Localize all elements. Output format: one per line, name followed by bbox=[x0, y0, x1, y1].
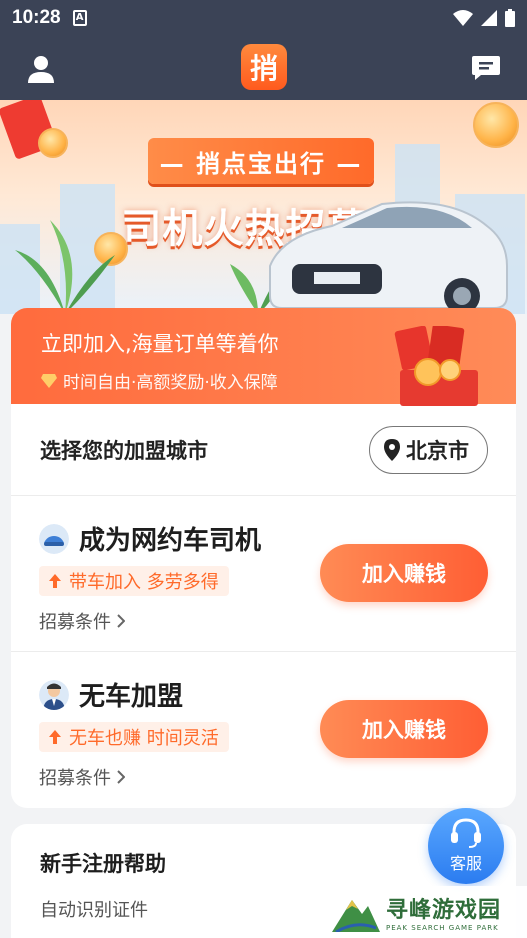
arrow-up-icon bbox=[49, 574, 61, 588]
car-illustration bbox=[269, 201, 508, 314]
car-avatar-icon bbox=[39, 523, 69, 554]
conditions-link-text: 招募条件 bbox=[39, 768, 111, 789]
join-earn-button[interactable]: 加入赚钱 bbox=[320, 544, 488, 602]
option-tag: 无车也赚 时间灵活 bbox=[39, 722, 229, 752]
join-card: 立即加入,海量订单等着你 时间自由·高额奖励·收入保障 选择您的加盟城市 北京市 bbox=[11, 308, 516, 808]
chevron-right-icon bbox=[117, 770, 125, 784]
customer-service-label: 客服 bbox=[449, 854, 482, 873]
promo-header: 立即加入,海量订单等着你 时间自由·高额奖励·收入保障 bbox=[11, 308, 516, 406]
diamond-icon bbox=[41, 373, 57, 388]
option-tag-text: 带车加入 多劳多得 bbox=[69, 572, 219, 593]
city-select-button[interactable]: 北京市 bbox=[369, 425, 488, 474]
coin-icon bbox=[473, 102, 519, 148]
city-selector-row: 选择您的加盟城市 北京市 bbox=[11, 404, 516, 496]
driver-avatar-icon bbox=[39, 679, 69, 710]
watermark-text: 寻峰游戏园 PEAK SEARCH GAME PARK bbox=[386, 892, 501, 932]
signal-icon bbox=[481, 10, 497, 26]
option-title: 成为网约车司机 bbox=[39, 520, 261, 557]
conditions-link-text: 招募条件 bbox=[39, 612, 111, 633]
join-earn-button[interactable]: 加入赚钱 bbox=[320, 700, 488, 758]
watermark-en: PEAK SEARCH GAME PARK bbox=[386, 924, 499, 932]
arrow-up-icon bbox=[49, 730, 61, 744]
option-tag-text: 无车也赚 时间灵活 bbox=[69, 728, 219, 749]
app-logo-char: 捎 bbox=[249, 52, 278, 85]
message-icon[interactable] bbox=[471, 54, 501, 82]
headset-icon bbox=[451, 818, 481, 848]
promo-benefits-text: 时间自由·高额奖励·收入保障 bbox=[63, 373, 278, 393]
plant-icon bbox=[15, 220, 115, 314]
option-driver-with-car: 成为网约车司机 带车加入 多劳多得 招募条件 加入赚钱 bbox=[11, 496, 516, 652]
gift-box-icon bbox=[394, 326, 478, 406]
option-title-text: 无车加盟 bbox=[79, 682, 184, 712]
status-bar: 10:28 A bbox=[0, 0, 527, 36]
help-title: 新手注册帮助 bbox=[40, 852, 166, 876]
brand-title: — 捎点宝出行 — bbox=[148, 138, 374, 184]
conditions-link[interactable]: 招募条件 bbox=[39, 608, 125, 634]
notification-icon: A bbox=[72, 10, 87, 26]
selected-city: 北京市 bbox=[406, 438, 469, 463]
status-icons bbox=[453, 9, 515, 27]
chevron-right-icon bbox=[117, 614, 125, 628]
location-pin-icon bbox=[384, 438, 400, 461]
city-selector-label: 选择您的加盟城市 bbox=[40, 438, 208, 463]
option-title: 无车加盟 bbox=[39, 676, 183, 713]
customer-service-button[interactable]: 客服 bbox=[428, 808, 504, 884]
option-tag: 带车加入 多劳多得 bbox=[39, 566, 229, 596]
user-icon[interactable] bbox=[26, 54, 56, 84]
watermark: 寻峰游戏园 PEAK SEARCH GAME PARK bbox=[326, 886, 527, 938]
mountain-logo-icon bbox=[332, 900, 380, 932]
option-no-car: 无车加盟 无车也赚 时间灵活 招募条件 加入赚钱 bbox=[11, 652, 516, 808]
watermark-cn: 寻峰游戏园 bbox=[386, 898, 502, 923]
wifi-icon bbox=[453, 10, 473, 26]
conditions-link[interactable]: 招募条件 bbox=[39, 764, 125, 790]
option-title-text: 成为网约车司机 bbox=[79, 526, 262, 556]
recruit-banner[interactable]: — 捎点宝出行 — 司机火热招募中 bbox=[0, 100, 527, 314]
coin-icon bbox=[38, 128, 68, 158]
top-nav: 捎 bbox=[0, 36, 527, 100]
status-time: 10:28 bbox=[12, 7, 61, 28]
app-logo: 捎 bbox=[241, 44, 287, 90]
battery-icon bbox=[505, 9, 515, 27]
